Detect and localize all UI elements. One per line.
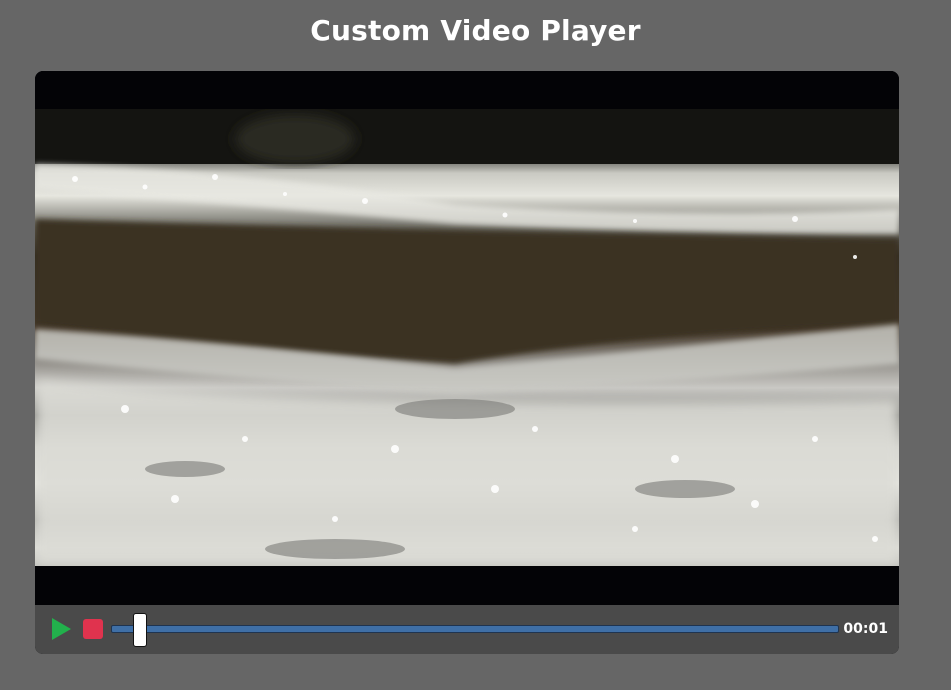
time-display: 00:01 [843,621,888,637]
video-player: 00:01 [35,71,899,654]
progress-thumb[interactable] [133,613,148,647]
progress-bar[interactable] [111,625,839,633]
video-frame [35,109,899,566]
water-scene-image [35,109,899,566]
video-area[interactable] [35,71,899,605]
page-title: Custom Video Player [310,14,641,47]
stop-button[interactable] [83,619,103,639]
play-icon[interactable] [49,617,73,641]
video-controls: 00:01 [35,605,899,654]
